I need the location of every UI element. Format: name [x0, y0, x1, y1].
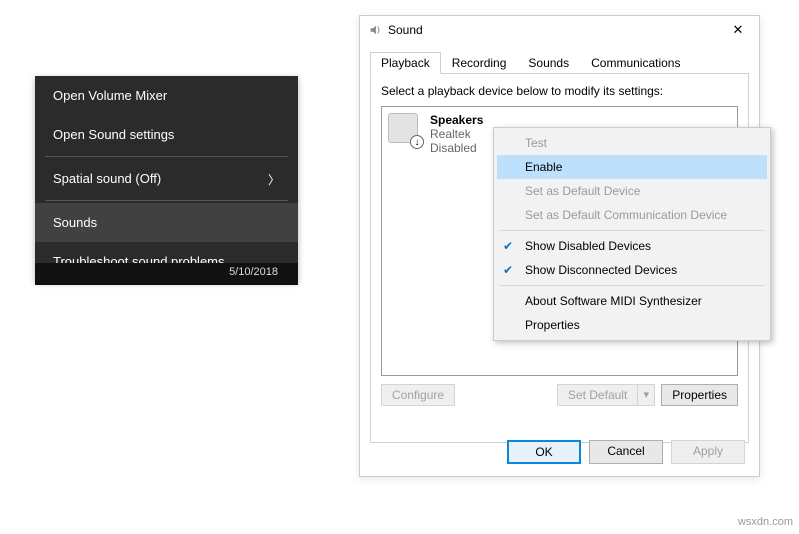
chevron-right-icon: 〉	[268, 171, 280, 188]
menu-item-set-default: Set as Default Device	[497, 179, 767, 203]
tab-playback[interactable]: Playback	[370, 52, 441, 74]
apply-button: Apply	[671, 440, 745, 464]
check-icon: ✔	[503, 263, 513, 277]
device-context-menu: Test Enable Set as Default Device Set as…	[493, 127, 771, 341]
dialog-buttons: OK Cancel Apply	[507, 440, 745, 464]
menu-item-test: Test	[497, 131, 767, 155]
down-arrow-icon: ↓	[410, 135, 424, 149]
config-row: Configure Set Default ▾ Properties	[381, 384, 738, 406]
ok-button[interactable]: OK	[507, 440, 581, 464]
tab-recording[interactable]: Recording	[441, 52, 518, 74]
tab-strip: Playback Recording Sounds Communications	[360, 44, 759, 74]
menu-item-properties[interactable]: Properties	[497, 313, 767, 337]
separator	[45, 156, 288, 157]
menu-item-show-disconnected[interactable]: ✔Show Disconnected Devices	[497, 258, 767, 282]
speaker-icon: ↓	[388, 113, 422, 147]
separator	[499, 230, 765, 231]
sound-icon	[368, 23, 382, 37]
close-icon: ✕	[733, 22, 744, 37]
configure-button: Configure	[381, 384, 455, 406]
watermark: wsxdn.com	[738, 516, 793, 528]
device-name: Speakers	[430, 113, 483, 127]
separator	[45, 200, 288, 201]
check-icon: ✔	[503, 239, 513, 253]
menu-item-set-comm: Set as Default Communication Device	[497, 203, 767, 227]
taskbar-fragment: 5/10/2018	[35, 263, 298, 285]
tab-communications[interactable]: Communications	[580, 52, 691, 74]
menu-item-about-midi[interactable]: About Software MIDI Synthesizer	[497, 289, 767, 313]
menu-item-spatial-sound[interactable]: Spatial sound (Off) 〉	[35, 159, 298, 198]
close-button[interactable]: ✕	[721, 18, 755, 42]
tab-sounds[interactable]: Sounds	[517, 52, 580, 74]
device-state: Disabled	[430, 141, 483, 155]
menu-item-sounds[interactable]: Sounds	[35, 203, 298, 242]
chevron-down-icon: ▾	[637, 384, 655, 406]
properties-button[interactable]: Properties	[661, 384, 738, 406]
menu-item-volume-mixer[interactable]: Open Volume Mixer	[35, 76, 298, 115]
separator	[499, 285, 765, 286]
menu-item-enable[interactable]: Enable	[497, 155, 767, 179]
instruction-label: Select a playback device below to modify…	[381, 84, 738, 98]
set-default-button: Set Default ▾	[557, 384, 655, 406]
dialog-title: Sound	[388, 23, 721, 37]
menu-item-sound-settings[interactable]: Open Sound settings	[35, 115, 298, 154]
device-driver: Realtek	[430, 127, 483, 141]
cancel-button[interactable]: Cancel	[589, 440, 663, 464]
titlebar: Sound ✕	[360, 16, 759, 44]
taskbar-date: 5/10/2018	[229, 266, 278, 278]
menu-item-show-disabled[interactable]: ✔Show Disabled Devices	[497, 234, 767, 258]
volume-tray-context-menu: Open Volume Mixer Open Sound settings Sp…	[35, 76, 298, 281]
